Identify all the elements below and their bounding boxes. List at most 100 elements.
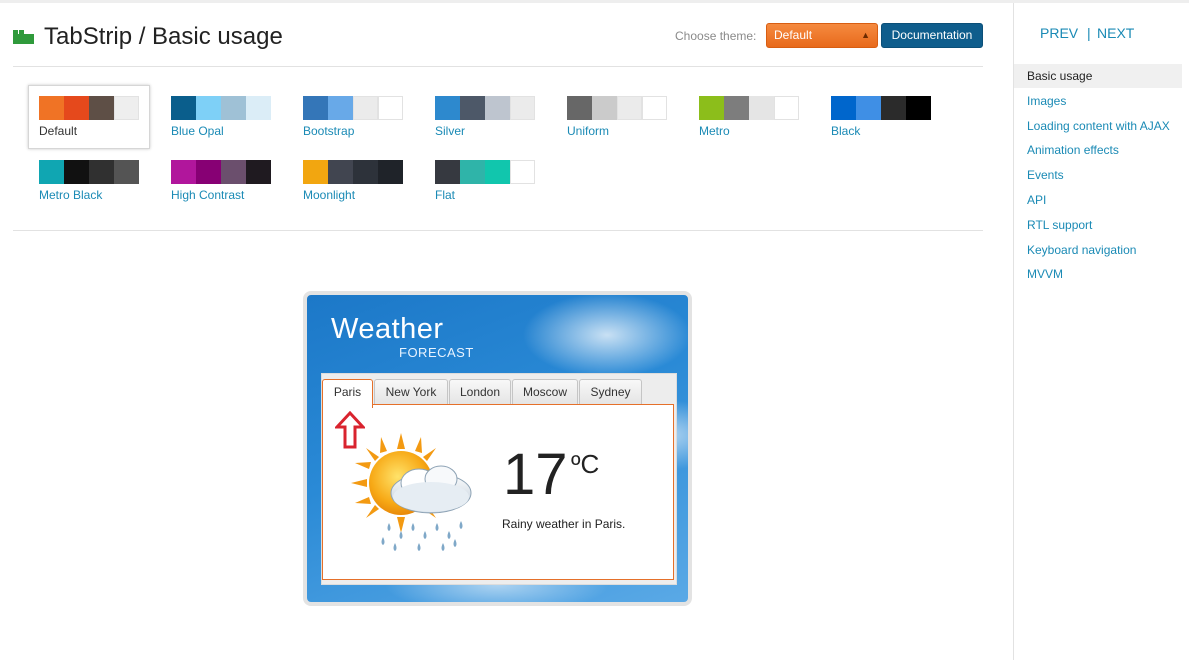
- theme-swatches: [303, 160, 403, 184]
- widget-title: Weather: [331, 313, 444, 345]
- themes-divider: [13, 230, 983, 231]
- color-swatch: [435, 96, 460, 120]
- theme-swatches: [435, 160, 535, 184]
- theme-metro[interactable]: Metro: [699, 96, 799, 138]
- theme-dropdown-value: Default: [774, 28, 813, 42]
- color-swatch: [353, 160, 378, 184]
- theme-swatches: [699, 96, 799, 120]
- tab-moscow[interactable]: Moscow: [512, 379, 578, 406]
- color-swatch: [196, 160, 221, 184]
- color-swatch: [171, 96, 196, 120]
- color-swatch: [724, 96, 749, 120]
- theme-swatches: [171, 96, 271, 120]
- sidebar-item-keyboard-navigation[interactable]: Keyboard navigation: [1014, 238, 1182, 262]
- sidebar-item-mvvm[interactable]: MVVM: [1014, 262, 1182, 286]
- temperature-value: 17: [503, 442, 568, 507]
- tabstrip: Paris New York London Moscow Sydney 17 º…: [321, 373, 677, 585]
- theme-name: Blue Opal: [171, 124, 224, 138]
- color-swatch: [221, 96, 246, 120]
- color-swatch: [114, 96, 139, 120]
- sidebar-item-images[interactable]: Images: [1014, 89, 1182, 113]
- sidebar-item-events[interactable]: Events: [1014, 163, 1182, 187]
- sidebar-item-loading-content-with-ajax[interactable]: Loading content with AJAX: [1014, 114, 1182, 138]
- color-swatch: [171, 160, 196, 184]
- color-swatch: [906, 96, 931, 120]
- temperature-unit: ºC: [571, 449, 600, 479]
- color-swatch: [378, 160, 403, 184]
- color-swatch: [114, 160, 139, 184]
- theme-default[interactable]: Default: [28, 85, 150, 149]
- theme-metro-black[interactable]: Metro Black: [39, 160, 139, 202]
- color-swatch: [699, 96, 724, 120]
- top-border: [0, 0, 1189, 3]
- widget-subtitle: FORECAST: [399, 345, 474, 360]
- theme-black[interactable]: Black: [831, 96, 931, 138]
- theme-name: High Contrast: [171, 188, 245, 202]
- color-swatch: [856, 96, 881, 120]
- color-swatch: [246, 96, 271, 120]
- theme-swatches: [831, 96, 931, 120]
- color-swatch: [378, 96, 403, 120]
- theme-name: Flat: [435, 188, 456, 202]
- color-swatch: [592, 96, 617, 120]
- weather-description: Rainy weather in Paris.: [502, 517, 626, 531]
- color-swatch: [64, 160, 89, 184]
- color-swatch: [303, 160, 328, 184]
- theme-swatches: [303, 96, 403, 120]
- theme-name: Metro Black: [39, 188, 103, 202]
- theme-high-contrast[interactable]: High Contrast: [171, 160, 271, 202]
- theme-bootstrap[interactable]: Bootstrap: [303, 96, 403, 138]
- sidebar-item-basic-usage[interactable]: Basic usage: [1014, 64, 1182, 88]
- documentation-button[interactable]: Documentation: [881, 23, 983, 48]
- theme-moonlight[interactable]: Moonlight: [303, 160, 403, 202]
- color-swatch: [89, 96, 114, 120]
- color-swatch: [831, 96, 856, 120]
- color-swatch: [485, 160, 510, 184]
- weather-widget: Weather FORECAST Paris New York London M…: [303, 291, 692, 606]
- color-swatch: [89, 160, 114, 184]
- tabstrip-icon: [13, 30, 34, 44]
- color-swatch: [485, 96, 510, 120]
- color-swatch: [510, 160, 535, 184]
- theme-name: Moonlight: [303, 188, 356, 202]
- color-swatch: [617, 96, 642, 120]
- color-swatch: [303, 96, 328, 120]
- theme-swatches: [567, 96, 667, 120]
- theme-uniform[interactable]: Uniform: [567, 96, 667, 138]
- theme-silver[interactable]: Silver: [435, 96, 535, 138]
- sidebar-item-animation-effects[interactable]: Animation effects: [1014, 138, 1182, 162]
- prev-link[interactable]: PREV: [1040, 25, 1078, 41]
- theme-swatches: [39, 96, 139, 120]
- color-swatch: [510, 96, 535, 120]
- color-swatch: [749, 96, 774, 120]
- header-divider: [13, 66, 983, 67]
- tab-sydney[interactable]: Sydney: [579, 379, 642, 406]
- sidebar-item-rtl-support[interactable]: RTL support: [1014, 213, 1182, 237]
- theme-flat[interactable]: Flat: [435, 160, 535, 202]
- theme-name: Default: [39, 124, 78, 138]
- color-swatch: [881, 96, 906, 120]
- tab-content-paris: 17 ºC Rainy weather in Paris.: [322, 404, 674, 580]
- tab-new-york[interactable]: New York: [374, 379, 448, 406]
- color-swatch: [39, 160, 64, 184]
- color-swatch: [642, 96, 667, 120]
- theme-name: Silver: [435, 124, 466, 138]
- theme-name: Black: [831, 124, 861, 138]
- theme-name: Metro: [699, 124, 730, 138]
- examples-sidebar: PREV | NEXT Basic usage Images Loading con…: [1013, 3, 1189, 660]
- color-swatch: [328, 160, 353, 184]
- sidebar-item-api[interactable]: API: [1014, 188, 1182, 212]
- color-swatch: [221, 160, 246, 184]
- caret-up-icon: ▲: [861, 30, 870, 40]
- color-swatch: [774, 96, 799, 120]
- tab-paris[interactable]: Paris: [322, 379, 373, 408]
- next-link[interactable]: NEXT: [1097, 25, 1134, 41]
- color-swatch: [196, 96, 221, 120]
- theme-dropdown[interactable]: Default ▲: [766, 23, 878, 48]
- theme-label: Choose theme:: [675, 29, 757, 43]
- color-swatch: [39, 96, 64, 120]
- theme-swatches: [39, 160, 139, 184]
- tab-london[interactable]: London: [449, 379, 511, 406]
- theme-blue-opal[interactable]: Blue Opal: [171, 96, 271, 138]
- color-swatch: [460, 160, 485, 184]
